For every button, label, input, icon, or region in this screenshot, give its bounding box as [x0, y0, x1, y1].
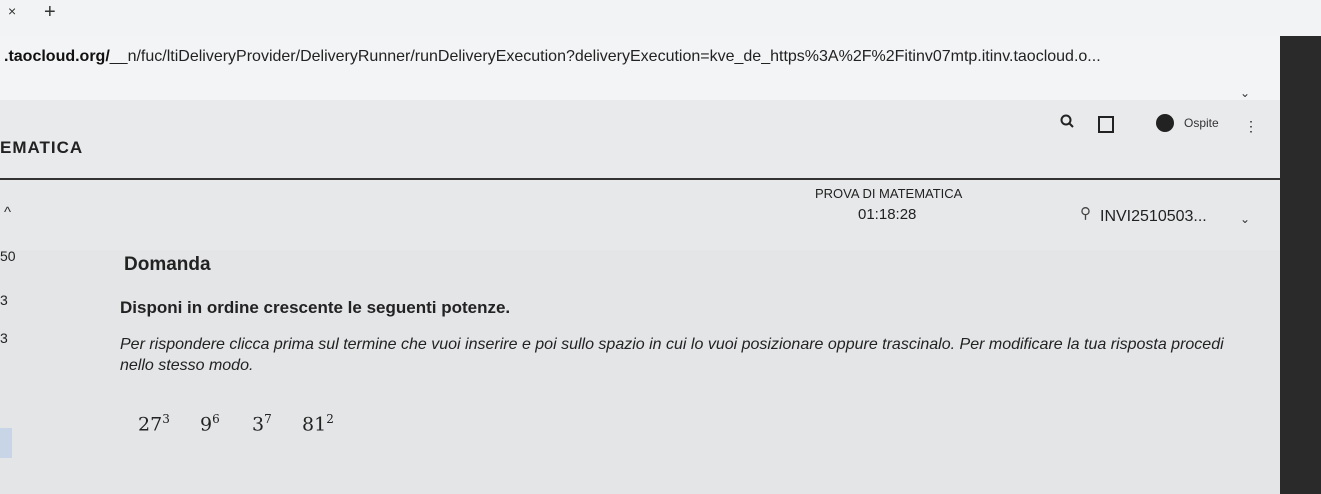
question-header: Domanda	[124, 254, 211, 275]
sidebar-number[interactable]: 3	[0, 330, 8, 346]
user-icon: ⚲	[1080, 205, 1091, 222]
sidebar-edge	[0, 428, 12, 458]
test-name: PROVA DI MATEMATICA	[815, 186, 963, 201]
browser-window: .taocloud.org/__n/fuc/ltiDeliveryProvide…	[0, 36, 1280, 494]
zoom-icon[interactable]	[1060, 114, 1074, 128]
sidebar-number[interactable]: 50	[0, 248, 16, 264]
profile-avatar-icon[interactable]	[1156, 114, 1174, 132]
url-text[interactable]: .taocloud.org/__n/fuc/ltiDeliveryProvide…	[4, 48, 1101, 66]
choice-item[interactable]: 273	[138, 412, 170, 435]
sidebar-number[interactable]: 3	[0, 292, 8, 308]
close-tab-icon[interactable]: ×	[8, 3, 16, 19]
question-title: Disponi in ordine crescente le seguenti …	[120, 298, 511, 317]
user-code[interactable]: INVI2510503...	[1100, 208, 1207, 226]
choice-item[interactable]: 96	[200, 412, 220, 435]
url-path: __n/fuc/ltiDeliveryProvider/DeliveryRunn…	[109, 48, 1101, 65]
address-bar[interactable]: .taocloud.org/__n/fuc/ltiDeliveryProvide…	[0, 36, 1280, 100]
bookmark-icon[interactable]	[1098, 116, 1114, 133]
choice-item[interactable]: 37	[252, 412, 272, 435]
question-instructions: Per rispondere clicca prima sul termine …	[120, 336, 1224, 374]
choice-base: 81	[302, 413, 327, 436]
app-title: EMATICA	[0, 138, 84, 157]
choice-exponent: 2	[326, 412, 334, 426]
choice-base: 3	[252, 413, 265, 436]
choice-item[interactable]: 812	[302, 412, 334, 435]
choice-base: 27	[138, 413, 163, 436]
chevron-up-icon[interactable]: ^	[4, 204, 11, 221]
chevron-down-icon[interactable]: ⌄	[1240, 86, 1250, 100]
user-menu-chevron-icon[interactable]: ⌄	[1240, 212, 1250, 226]
choice-exponent: 6	[212, 412, 220, 426]
choice-exponent: 3	[162, 412, 170, 426]
guest-label[interactable]: Ospite	[1184, 116, 1219, 130]
choice-exponent: 7	[264, 412, 272, 426]
choice-base: 9	[200, 413, 213, 436]
new-tab-icon[interactable]: +	[44, 1, 56, 24]
url-host: .taocloud.org/	[4, 48, 110, 65]
browser-tab-strip: × +	[0, 0, 1321, 36]
timer: 01:18:28	[858, 206, 917, 223]
kebab-menu-icon[interactable]: ⋮	[1244, 118, 1258, 135]
